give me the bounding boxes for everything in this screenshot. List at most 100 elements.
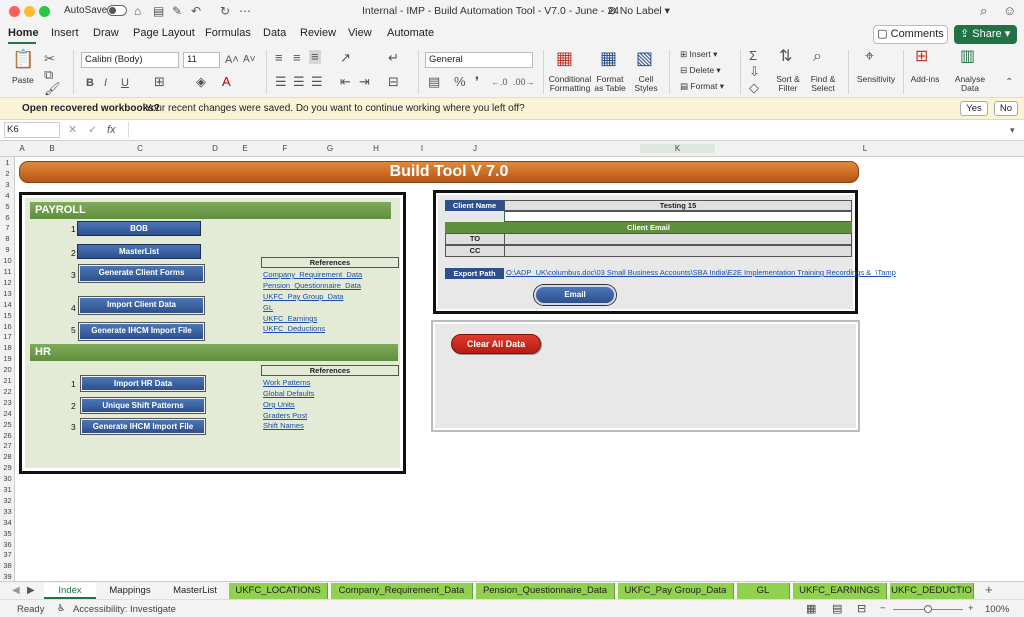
page-break-view-icon[interactable]: ⊟ [857, 602, 866, 615]
row-header[interactable]: 4 [0, 191, 15, 200]
row-header[interactable]: 36 [0, 540, 15, 549]
indent-icon[interactable]: ⇤ [340, 75, 351, 89]
tab-formulas[interactable]: Formulas [205, 27, 251, 39]
import-client-data-button[interactable]: Import Client Data [79, 297, 204, 314]
row-header[interactable]: 37 [0, 550, 15, 559]
column-header[interactable]: A [17, 144, 27, 153]
row-header[interactable]: 15 [0, 311, 15, 320]
unique-shift-patterns-button[interactable]: Unique Shift Patterns [81, 398, 205, 413]
sheet-tab-index[interactable]: Index [44, 583, 96, 599]
row-header[interactable]: 30 [0, 474, 15, 483]
sort-filter-icon[interactable]: ⇅ [779, 49, 792, 65]
column-header[interactable]: J [460, 144, 490, 153]
row-header[interactable]: 5 [0, 202, 15, 211]
row-header[interactable]: 24 [0, 409, 15, 418]
row-header[interactable]: 11 [0, 267, 15, 276]
search-icon[interactable]: ⌕ [980, 3, 987, 19]
minimize-window-button[interactable] [24, 6, 35, 17]
undo-icon[interactable]: ↶ [191, 4, 201, 18]
home-icon[interactable]: ⌂ [134, 4, 141, 18]
infobar-no-button[interactable]: No [994, 101, 1018, 116]
font-color-icon[interactable]: A [222, 75, 231, 89]
row-header[interactable]: 35 [0, 529, 15, 538]
clear-icon[interactable]: ◇ [749, 81, 759, 95]
fill-color-icon[interactable]: ◈ [196, 75, 206, 89]
format-as-table-icon[interactable]: ▦ [600, 49, 617, 67]
conditional-formatting-icon[interactable]: ▦ [556, 49, 573, 67]
row-header[interactable]: 28 [0, 452, 15, 461]
formula-input[interactable] [128, 122, 1008, 138]
row-header[interactable]: 1 [0, 158, 15, 167]
accessibility-icon[interactable]: ♿ [57, 603, 66, 614]
underline-button[interactable]: U [121, 76, 129, 90]
column-header[interactable]: E [235, 144, 255, 153]
increase-decimal-icon[interactable]: ←.0 [491, 75, 508, 89]
row-header[interactable]: 13 [0, 289, 15, 298]
align-bottom-icon[interactable]: ≡ [309, 50, 321, 64]
reference-link[interactable]: Shift Names [263, 421, 304, 430]
next-sheet-icon[interactable]: ▶ [27, 584, 35, 598]
fill-icon[interactable]: ⇩ [749, 65, 760, 79]
masterlist-button[interactable]: MasterList [77, 244, 201, 259]
accounting-format-icon[interactable]: ▤ [428, 75, 440, 89]
cancel-icon[interactable]: ✕ [68, 123, 77, 137]
client-name-value[interactable]: Testing 15 [504, 200, 852, 211]
align-left-icon[interactable]: ☰ [275, 75, 287, 89]
row-header[interactable]: 31 [0, 485, 15, 494]
font-size-select[interactable]: 11 [183, 52, 220, 68]
row-header[interactable]: 7 [0, 223, 15, 232]
sheet-tab-ukfc-pay-group-data[interactable]: UKFC_Pay Group_Data [618, 583, 734, 599]
insert-function-icon[interactable]: fx [107, 123, 116, 137]
delete-cells-button[interactable]: ⊟ Delete ▾ [680, 66, 721, 75]
redo-icon[interactable]: ↻ [220, 4, 230, 18]
zoom-out-icon[interactable]: − [880, 603, 886, 614]
sheet-tab-pension-questionnaire-data[interactable]: Pension_Questionnaire_Data [476, 583, 615, 599]
reference-link[interactable]: Pension_Questionnaire_Data [263, 281, 361, 290]
format-painter-icon[interactable]: 🖌 [44, 82, 61, 96]
sheet-tab-ukfc-locations[interactable]: UKFC_LOCATIONS [229, 583, 328, 599]
account-icon[interactable]: ☺ [1003, 3, 1016, 18]
zoom-slider-thumb[interactable] [924, 605, 932, 613]
row-header[interactable]: 2 [0, 169, 15, 178]
page-layout-view-icon[interactable]: ▤ [832, 602, 842, 615]
bold-button[interactable]: B [86, 76, 94, 90]
row-header[interactable]: 12 [0, 278, 15, 287]
row-header[interactable]: 39 [0, 572, 15, 581]
tab-insert[interactable]: Insert [51, 27, 79, 39]
column-header[interactable]: F [270, 144, 300, 153]
tab-draw[interactable]: Draw [93, 27, 119, 39]
prev-sheet-icon[interactable]: ◀ [12, 584, 20, 598]
number-format-select[interactable]: General [425, 52, 533, 68]
reference-link[interactable]: GL [263, 303, 273, 312]
row-header[interactable]: 3 [0, 180, 15, 189]
analyse-data-icon[interactable]: ▥ [960, 49, 975, 65]
expand-formula-icon[interactable]: ▾ [1010, 123, 1015, 137]
autosave-toggle[interactable] [107, 5, 127, 16]
email-button[interactable]: Email [534, 285, 616, 305]
sheet-tab-ukfc-deductions[interactable]: UKFC_DEDUCTIO [890, 583, 974, 599]
column-header[interactable]: G [315, 144, 345, 153]
tab-data[interactable]: Data [263, 27, 286, 39]
zoom-in-icon[interactable]: + [968, 603, 974, 614]
align-middle-icon[interactable]: ≡ [293, 51, 301, 65]
generate-ihcm-import-file-button[interactable]: Generate IHCM Import File [79, 323, 204, 340]
name-box[interactable]: K6 [4, 122, 60, 138]
sheet-tab-mappings[interactable]: Mappings [98, 583, 162, 599]
merge-center-icon[interactable]: ⊟ [388, 75, 399, 89]
save-as-icon[interactable]: ✎ [172, 4, 182, 18]
row-header[interactable]: 38 [0, 561, 15, 570]
decrease-decimal-icon[interactable]: .00→ [513, 75, 535, 89]
align-center-icon[interactable]: ☰ [293, 75, 305, 89]
wrap-text-icon[interactable]: ↵ [388, 51, 399, 65]
row-header[interactable]: 19 [0, 354, 15, 363]
reference-link[interactable]: Global Defaults [263, 389, 314, 398]
autosum-icon[interactable]: Σ [749, 49, 757, 63]
row-header[interactable]: 32 [0, 496, 15, 505]
sheet-tab-company-requirement-data[interactable]: Company_Requirement_Data [331, 583, 473, 599]
row-header[interactable]: 33 [0, 507, 15, 516]
comma-style-icon[interactable]: ❜ [475, 75, 479, 89]
tab-review[interactable]: Review [300, 27, 336, 39]
zoom-level[interactable]: 100% [985, 604, 1009, 615]
tab-view[interactable]: View [348, 27, 372, 39]
generate-client-forms-button[interactable]: Generate Client Forms [79, 265, 204, 282]
